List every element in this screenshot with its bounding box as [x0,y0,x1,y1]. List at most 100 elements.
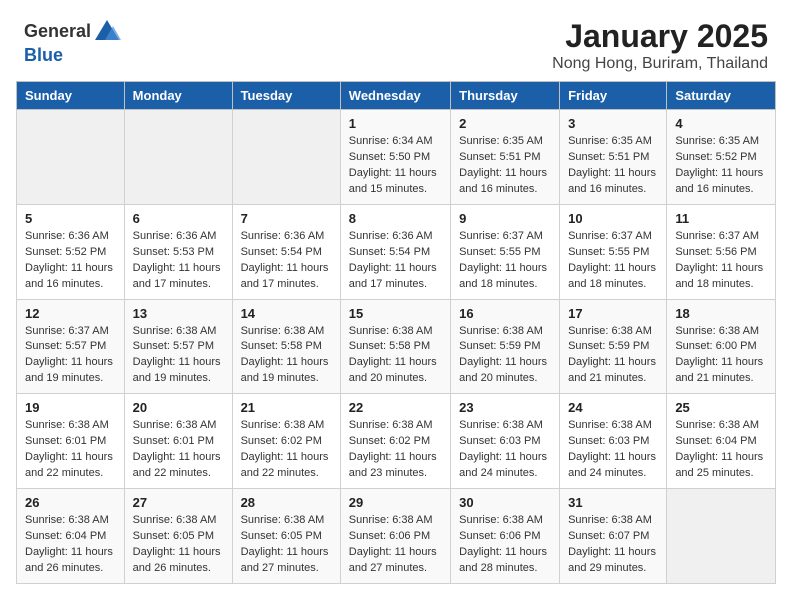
day-info: Sunrise: 6:37 AMSunset: 5:57 PMDaylight:… [25,324,116,388]
calendar-cell: 23 Sunrise: 6:38 AMSunset: 6:03 PMDayligh… [451,394,560,489]
calendar-cell: 14Sunrise: 6:38 AMSunset: 5:58 PMDayligh… [232,299,340,394]
day-number: 21 [241,400,332,415]
day-number: 18 [675,306,767,321]
day-number: 11 [675,211,767,226]
weekday-header-friday: Friday [560,82,667,110]
weekday-header-monday: Monday [124,82,232,110]
day-info: Sunrise: 6:36 AMSunset: 5:53 PMDaylight:… [133,229,224,293]
day-number: 19 [25,400,116,415]
day-info: Sunrise: 6:38 AMSunset: 6:00 PMDaylight:… [675,324,767,388]
day-info: Sunrise: 6:37 AMSunset: 5:55 PMDaylight:… [459,229,551,293]
week-row-5: 26 Sunrise: 6:38 AMSunset: 6:04 PMDayligh… [17,489,776,584]
calendar-cell: 1Sunrise: 6:34 AMSunset: 5:50 PMDaylight… [340,110,450,205]
calendar-cell: 22 Sunrise: 6:38 AMSunset: 6:02 PMDayligh… [340,394,450,489]
day-info: Sunrise: 6:38 AMSunset: 6:04 PMDaylight:… [675,418,767,482]
calendar-cell: 3 Sunrise: 6:35 AMSunset: 5:51 PMDaylight… [560,110,667,205]
calendar-cell: 11 Sunrise: 6:37 AMSunset: 5:56 PMDayligh… [667,204,776,299]
weekday-header-row: SundayMondayTuesdayWednesdayThursdayFrid… [17,82,776,110]
calendar-cell: 26 Sunrise: 6:38 AMSunset: 6:04 PMDayligh… [17,489,125,584]
day-info: Sunrise: 6:36 AMSunset: 5:54 PMDaylight:… [241,229,332,293]
weekday-header-sunday: Sunday [17,82,125,110]
calendar-cell: 28 Sunrise: 6:38 AMSunset: 6:05 PMDayligh… [232,489,340,584]
logo-general: General [24,22,91,42]
day-info: Sunrise: 6:38 AMSunset: 5:59 PMDaylight:… [459,324,551,388]
day-number: 30 [459,495,551,510]
day-info: Sunrise: 6:38 AMSunset: 5:57 PMDaylight:… [133,324,224,388]
calendar-cell: 30 Sunrise: 6:38 AMSunset: 6:06 PMDayligh… [451,489,560,584]
day-number: 27 [133,495,224,510]
calendar-cell: 4Sunrise: 6:35 AMSunset: 5:52 PMDaylight… [667,110,776,205]
weekday-header-tuesday: Tuesday [232,82,340,110]
calendar-cell: 10Sunrise: 6:37 AMSunset: 5:55 PMDayligh… [560,204,667,299]
calendar-cell: 17 Sunrise: 6:38 AMSunset: 5:59 PMDayligh… [560,299,667,394]
calendar-cell: 5 Sunrise: 6:36 AMSunset: 5:52 PMDaylight… [17,204,125,299]
day-info: Sunrise: 6:38 AMSunset: 5:58 PMDaylight:… [349,324,442,388]
day-info: Sunrise: 6:37 AMSunset: 5:55 PMDaylight:… [568,229,658,293]
day-info: Sunrise: 6:38 AMSunset: 6:01 PMDaylight:… [25,418,116,482]
day-number: 13 [133,306,224,321]
day-number: 29 [349,495,442,510]
calendar-cell [17,110,125,205]
day-info: Sunrise: 6:37 AMSunset: 5:56 PMDaylight:… [675,229,767,293]
day-number: 8 [349,211,442,226]
day-info: Sunrise: 6:38 AMSunset: 6:02 PMDaylight:… [349,418,442,482]
weekday-header-thursday: Thursday [451,82,560,110]
calendar-cell: 16 Sunrise: 6:38 AMSunset: 5:59 PMDayligh… [451,299,560,394]
day-number: 20 [133,400,224,415]
day-number: 26 [25,495,116,510]
day-number: 22 [349,400,442,415]
day-info: Sunrise: 6:38 AMSunset: 5:58 PMDaylight:… [241,324,332,388]
day-info: Sunrise: 6:38 AMSunset: 6:04 PMDaylight:… [25,513,116,577]
day-info: Sunrise: 6:38 AMSunset: 6:06 PMDaylight:… [459,513,551,577]
calendar-cell: 29 Sunrise: 6:38 AMSunset: 6:06 PMDayligh… [340,489,450,584]
day-number: 15 [349,306,442,321]
day-number: 5 [25,211,116,226]
week-row-2: 5 Sunrise: 6:36 AMSunset: 5:52 PMDaylight… [17,204,776,299]
calendar-cell: 27Sunrise: 6:38 AMSunset: 6:05 PMDayligh… [124,489,232,584]
calendar-table: SundayMondayTuesdayWednesdayThursdayFrid… [16,81,776,584]
day-info: Sunrise: 6:38 AMSunset: 6:01 PMDaylight:… [133,418,224,482]
calendar-cell [124,110,232,205]
logo: General Blue [24,18,121,66]
calendar-cell [232,110,340,205]
page-header: General Blue January 2025 Nong Hong, Bur… [0,0,792,81]
day-info: Sunrise: 6:35 AMSunset: 5:52 PMDaylight:… [675,134,767,198]
calendar-cell: 6 Sunrise: 6:36 AMSunset: 5:53 PMDaylight… [124,204,232,299]
calendar-cell: 15 Sunrise: 6:38 AMSunset: 5:58 PMDayligh… [340,299,450,394]
calendar-cell: 9 Sunrise: 6:37 AMSunset: 5:55 PMDaylight… [451,204,560,299]
day-info: Sunrise: 6:38 AMSunset: 6:03 PMDaylight:… [568,418,658,482]
day-info: Sunrise: 6:36 AMSunset: 5:52 PMDaylight:… [25,229,116,293]
calendar-cell: 2Sunrise: 6:35 AMSunset: 5:51 PMDaylight… [451,110,560,205]
day-info: Sunrise: 6:38 AMSunset: 5:59 PMDaylight:… [568,324,658,388]
day-number: 6 [133,211,224,226]
day-info: Sunrise: 6:35 AMSunset: 5:51 PMDaylight:… [568,134,658,198]
calendar-container: SundayMondayTuesdayWednesdayThursdayFrid… [0,81,792,600]
day-info: Sunrise: 6:36 AMSunset: 5:54 PMDaylight:… [349,229,442,293]
day-info: Sunrise: 6:35 AMSunset: 5:51 PMDaylight:… [459,134,551,198]
calendar-subtitle: Nong Hong, Buriram, Thailand [552,55,768,73]
calendar-cell: 25 Sunrise: 6:38 AMSunset: 6:04 PMDayligh… [667,394,776,489]
day-info: Sunrise: 6:38 AMSunset: 6:06 PMDaylight:… [349,513,442,577]
day-info: Sunrise: 6:38 AMSunset: 6:02 PMDaylight:… [241,418,332,482]
calendar-cell: 21 Sunrise: 6:38 AMSunset: 6:02 PMDayligh… [232,394,340,489]
day-number: 9 [459,211,551,226]
day-number: 16 [459,306,551,321]
day-number: 17 [568,306,658,321]
day-number: 24 [568,400,658,415]
day-info: Sunrise: 6:38 AMSunset: 6:05 PMDaylight:… [241,513,332,577]
day-number: 3 [568,116,658,131]
day-number: 25 [675,400,767,415]
calendar-cell: 18 Sunrise: 6:38 AMSunset: 6:00 PMDayligh… [667,299,776,394]
calendar-cell: 20 Sunrise: 6:38 AMSunset: 6:01 PMDayligh… [124,394,232,489]
day-info: Sunrise: 6:38 AMSunset: 6:07 PMDaylight:… [568,513,658,577]
day-number: 12 [25,306,116,321]
calendar-cell [667,489,776,584]
week-row-4: 19 Sunrise: 6:38 AMSunset: 6:01 PMDayligh… [17,394,776,489]
calendar-cell: 31Sunrise: 6:38 AMSunset: 6:07 PMDayligh… [560,489,667,584]
day-number: 28 [241,495,332,510]
day-info: Sunrise: 6:38 AMSunset: 6:03 PMDaylight:… [459,418,551,482]
calendar-cell: 19 Sunrise: 6:38 AMSunset: 6:01 PMDayligh… [17,394,125,489]
day-number: 23 [459,400,551,415]
logo-icon [93,18,121,46]
day-number: 1 [349,116,442,131]
